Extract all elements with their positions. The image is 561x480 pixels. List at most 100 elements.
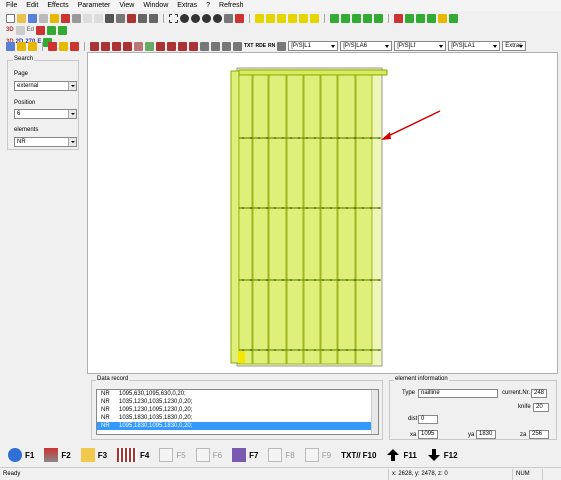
- drawing-canvas[interactable]: [87, 52, 558, 374]
- beam-icon[interactable]: [200, 41, 209, 51]
- xa-field[interactable]: 1095: [418, 430, 438, 439]
- layout-icon[interactable]: [28, 41, 37, 51]
- line-tool-icon[interactable]: [255, 13, 264, 23]
- rn-button[interactable]: RN: [268, 43, 275, 49]
- tool-icon[interactable]: [449, 13, 458, 23]
- extras-select[interactable]: Extras: [502, 41, 527, 51]
- new-file-icon[interactable]: [6, 13, 15, 23]
- layer-select-1[interactable]: [P/S]L1: [288, 41, 339, 51]
- data-record-row[interactable]: NR 1095,630,1095,630,0,20;: [97, 390, 378, 398]
- beam-icon[interactable]: [123, 41, 132, 51]
- tool-icon[interactable]: [394, 13, 403, 23]
- menu-item-[interactable]: ?: [206, 0, 210, 11]
- beam-icon[interactable]: [178, 41, 187, 51]
- fkey-f6-button[interactable]: F6: [195, 448, 222, 462]
- menu-item-edit[interactable]: Edit: [26, 0, 38, 11]
- data-record-list[interactable]: NR 1095,630,1095,630,0,20; NR 1035,1230,103…: [96, 389, 379, 435]
- menu-item-window[interactable]: Window: [143, 0, 168, 11]
- save-icon[interactable]: [28, 13, 37, 23]
- move-icon[interactable]: [330, 13, 339, 23]
- view-3d-button[interactable]: 3D: [6, 27, 14, 33]
- fkey-f10-button[interactable]: TXT//F10: [341, 448, 376, 462]
- fkey-f1-button[interactable]: F1: [8, 448, 34, 462]
- delete-icon[interactable]: [36, 25, 46, 35]
- element-icon[interactable]: [70, 41, 79, 51]
- knife-field[interactable]: 20: [533, 403, 549, 412]
- line-tool-icon[interactable]: [277, 13, 286, 23]
- page-select[interactable]: external: [14, 81, 77, 91]
- fkey-f7-button[interactable]: F7: [232, 448, 258, 462]
- fkey-f11-button[interactable]: F11: [386, 448, 417, 462]
- cut-icon[interactable]: [105, 13, 114, 23]
- text-button[interactable]: TXT: [244, 43, 253, 49]
- layer-select-4[interactable]: [P/S]LA1: [448, 41, 501, 51]
- tool-icon[interactable]: [438, 13, 447, 23]
- menu-item-file[interactable]: File: [6, 0, 17, 11]
- select-icon[interactable]: [169, 13, 178, 23]
- zoom-out-icon[interactable]: [191, 13, 200, 23]
- dist-field[interactable]: 0: [418, 415, 438, 424]
- data-record-row[interactable]: NR 1095,1830,1095,1830,0,20;: [97, 422, 378, 430]
- line-tool-icon[interactable]: [288, 13, 297, 23]
- edit-icon[interactable]: [39, 13, 48, 23]
- beam-icon[interactable]: [167, 41, 176, 51]
- move-icon[interactable]: [363, 13, 372, 23]
- type-field[interactable]: nailline: [418, 389, 498, 398]
- menu-item-refresh[interactable]: Refresh: [219, 0, 244, 11]
- zoom-window-icon[interactable]: [202, 13, 211, 23]
- move-icon[interactable]: [58, 25, 68, 35]
- move-icon[interactable]: [374, 13, 383, 23]
- position-select[interactable]: 6: [14, 109, 77, 119]
- print-icon[interactable]: [138, 13, 147, 23]
- undo-icon[interactable]: [83, 13, 92, 23]
- delete-icon[interactable]: [127, 13, 136, 23]
- ya-field[interactable]: 1830: [476, 430, 496, 439]
- beam-icon[interactable]: [222, 41, 231, 51]
- beam-icon[interactable]: [90, 41, 99, 51]
- refresh-icon[interactable]: [224, 13, 233, 23]
- element-icon[interactable]: [59, 41, 68, 51]
- menu-item-extras[interactable]: Extras: [177, 0, 197, 11]
- menu-item-parameter[interactable]: Parameter: [78, 0, 111, 11]
- move-icon[interactable]: [352, 13, 361, 23]
- tool-icon[interactable]: [405, 13, 414, 23]
- chevron-down-icon[interactable]: [68, 110, 76, 118]
- move-icon[interactable]: [47, 25, 57, 35]
- current-nr-field[interactable]: 248: [531, 389, 547, 398]
- line-tool-icon[interactable]: [266, 13, 275, 23]
- beam-icon[interactable]: [145, 41, 154, 51]
- measure-icon[interactable]: [235, 13, 244, 23]
- beam-icon[interactable]: [233, 41, 242, 51]
- edit-pencil-icon[interactable]: [61, 13, 70, 23]
- zoom-all-icon[interactable]: [213, 13, 222, 23]
- open-folder-icon[interactable]: [17, 13, 26, 23]
- beam-icon[interactable]: [156, 41, 165, 51]
- beam-icon[interactable]: [211, 41, 220, 51]
- add-icon[interactable]: [50, 13, 59, 23]
- fkey-f5-button[interactable]: F5: [159, 448, 186, 462]
- redo-icon[interactable]: [94, 13, 103, 23]
- edit-button[interactable]: Ed: [27, 27, 34, 33]
- data-record-row[interactable]: NR 1095,1230,1095,1230,0,20;: [97, 406, 378, 414]
- layout-icon[interactable]: [6, 41, 15, 51]
- layer-select-2[interactable]: [P/S]LA6: [340, 41, 393, 51]
- fkey-f8-button[interactable]: F8: [268, 448, 295, 462]
- za-field[interactable]: 256: [529, 430, 549, 439]
- fkey-f3-button[interactable]: F3: [80, 448, 107, 462]
- tool-icon[interactable]: [427, 13, 436, 23]
- data-record-scrollbar[interactable]: [371, 390, 378, 434]
- chevron-down-icon[interactable]: [68, 138, 76, 146]
- fkey-f9-button[interactable]: F9: [304, 448, 331, 462]
- layout-icon[interactable]: [17, 41, 26, 51]
- view-icon[interactable]: [15, 25, 25, 35]
- chevron-down-icon[interactable]: [68, 82, 76, 90]
- tool-icon[interactable]: [277, 41, 287, 51]
- layer-select-3[interactable]: [P/S]Lf: [394, 41, 447, 51]
- preview-icon[interactable]: [149, 13, 158, 23]
- beam-icon[interactable]: [189, 41, 198, 51]
- fkey-f2-button[interactable]: F2: [44, 448, 71, 462]
- move-icon[interactable]: [341, 13, 350, 23]
- beam-icon[interactable]: [101, 41, 110, 51]
- elements-select[interactable]: NR: [14, 137, 77, 147]
- menu-item-effects[interactable]: Effects: [47, 0, 68, 11]
